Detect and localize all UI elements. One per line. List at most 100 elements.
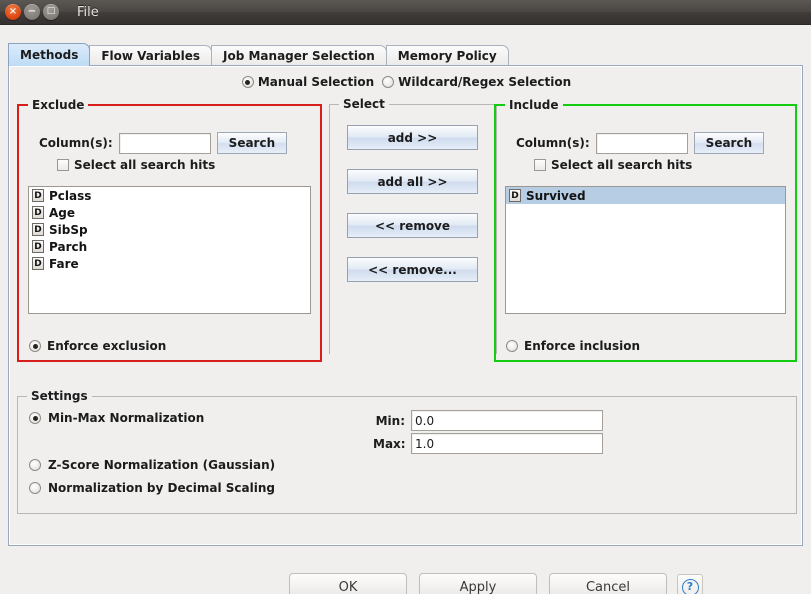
maximize-icon[interactable]: □ [43,4,59,20]
double-type-icon: D [32,206,44,219]
close-icon[interactable]: × [5,4,21,20]
window-controls: × − □ [0,4,59,20]
radio-enforce-inclusion-label: Enforce inclusion [524,339,641,353]
radio-decimal-scaling-normalization[interactable]: Normalization by Decimal Scaling [29,481,275,495]
tab-job-manager-label: Job Manager Selection [223,49,375,63]
help-button[interactable]: ? [677,574,703,594]
double-type-icon: D [32,223,44,236]
settings-panel: Settings Min-Max Normalization Z-Score N… [17,389,797,514]
tab-memory-policy[interactable]: Memory Policy [385,45,509,66]
add-all-button[interactable]: add all >> [347,169,478,194]
radio-wildcard-selection-indicator [382,76,395,88]
tab-methods[interactable]: Methods [8,43,91,66]
dialog-footer: OK Apply Cancel ? [0,573,811,594]
include-select-all-hits-label: Select all search hits [551,158,693,172]
radio-z-score-normalization[interactable]: Z-Score Normalization (Gaussian) [29,458,275,472]
radio-decimal-scaling-label: Normalization by Decimal Scaling [48,481,275,495]
apply-button[interactable]: Apply [419,573,537,594]
transfer-buttons: add >> add all >> << remove << remove... [347,125,478,282]
radio-manual-selection[interactable]: Manual Selection [241,75,375,89]
close-glyph: × [8,5,18,17]
remove-button[interactable]: << remove [347,213,478,238]
tab-job-manager-selection[interactable]: Job Manager Selection [211,45,387,66]
minimize-glyph: − [27,5,37,17]
radio-z-score-label: Z-Score Normalization (Gaussian) [48,458,276,472]
window-title: File [77,4,99,20]
max-label: Max: [373,436,406,451]
min-input[interactable]: 0.0 [411,410,603,431]
maximize-glyph: □ [46,6,56,16]
list-item-label: Survived [526,188,586,203]
list-item-label: Pclass [49,188,92,203]
list-item[interactable]: D Fare [29,255,310,272]
exclude-panel: Exclude Column(s): Search Select all sea… [17,98,322,362]
list-item-label: SibSp [49,222,88,237]
exclude-select-all-hits-checkbox [57,159,69,171]
tab-flow-variables-label: Flow Variables [101,49,201,63]
list-item[interactable]: D Age [29,204,310,221]
exclude-select-all-hits[interactable]: Select all search hits [57,158,215,172]
radio-manual-selection-label: Manual Selection [257,75,375,89]
radio-enforce-exclusion[interactable]: Enforce exclusion [29,339,166,353]
double-type-icon: D [32,240,44,253]
radio-enforce-exclusion-label: Enforce exclusion [47,339,167,353]
add-button[interactable]: add >> [347,125,478,150]
list-item[interactable]: D Survived [506,187,785,204]
include-select-all-hits-checkbox [534,159,546,171]
exclude-select-all-hits-label: Select all search hits [74,158,216,172]
radio-wildcard-selection[interactable]: Wildcard/Regex Selection [382,75,571,89]
radio-enforce-inclusion-indicator [506,340,518,352]
dialog-body: Methods Flow Variables Job Manager Selec… [0,25,811,594]
double-type-icon: D [509,189,521,202]
exclude-panel-title: Exclude [28,98,89,112]
help-icon: ? [681,578,699,594]
tab-flow-variables[interactable]: Flow Variables [89,45,213,66]
include-list[interactable]: D Survived [505,186,786,314]
exclude-search-button[interactable]: Search [216,132,288,154]
radio-enforce-exclusion-indicator [29,340,41,352]
minimize-icon[interactable]: − [24,4,40,20]
exclude-columns-label: Column(s): [39,136,113,150]
radio-min-max-indicator [29,412,41,424]
list-item-label: Parch [49,239,88,254]
double-type-icon: D [32,189,44,202]
radio-manual-selection-indicator [241,76,254,88]
max-field-row: Max: 1.0 [373,433,603,454]
exclude-search-input[interactable] [118,132,211,154]
list-item-label: Age [49,205,76,220]
radio-wildcard-selection-label: Wildcard/Regex Selection [398,75,572,89]
max-input[interactable]: 1.0 [411,433,603,454]
radio-min-max-label: Min-Max Normalization [48,411,205,425]
include-columns-label: Column(s): [516,136,590,150]
include-search-input[interactable] [595,132,688,154]
settings-panel-title: Settings [27,389,92,403]
radio-decimal-scaling-indicator [29,482,41,494]
tab-memory-policy-label: Memory Policy [397,49,497,63]
min-field-row: Min: 0.0 [373,410,603,431]
cancel-button[interactable]: Cancel [549,573,667,594]
min-label: Min: [375,413,405,428]
exclude-list[interactable]: D Pclass D Age D SibSp D Parch D Fare [28,186,311,314]
list-item[interactable]: D Parch [29,238,310,255]
select-panel-title: Select [339,97,389,111]
radio-z-score-indicator [29,459,41,471]
include-search-row: Column(s): Search [516,132,765,154]
remove-dialog-button[interactable]: << remove... [347,257,478,282]
include-search-button[interactable]: Search [693,132,765,154]
ok-button[interactable]: OK [289,573,407,594]
radio-min-max-normalization[interactable]: Min-Max Normalization [29,411,204,425]
selection-mode-row: Manual Selection Wildcard/Regex Selectio… [9,75,804,89]
tab-bar: Methods Flow Variables Job Manager Selec… [8,43,509,66]
list-item[interactable]: D Pclass [29,187,310,204]
methods-tab-panel: Manual Selection Wildcard/Regex Selectio… [8,65,803,546]
exclude-search-row: Column(s): Search [39,132,288,154]
window-titlebar: × − □ File [0,0,811,25]
list-item[interactable]: D SibSp [29,221,310,238]
tab-methods-label: Methods [20,48,79,62]
double-type-icon: D [32,257,44,270]
list-item-label: Fare [49,256,79,271]
include-select-all-hits[interactable]: Select all search hits [534,158,692,172]
include-panel: Include Column(s): Search Select all sea… [494,98,797,362]
include-panel-title: Include [505,98,563,112]
radio-enforce-inclusion[interactable]: Enforce inclusion [506,339,640,353]
